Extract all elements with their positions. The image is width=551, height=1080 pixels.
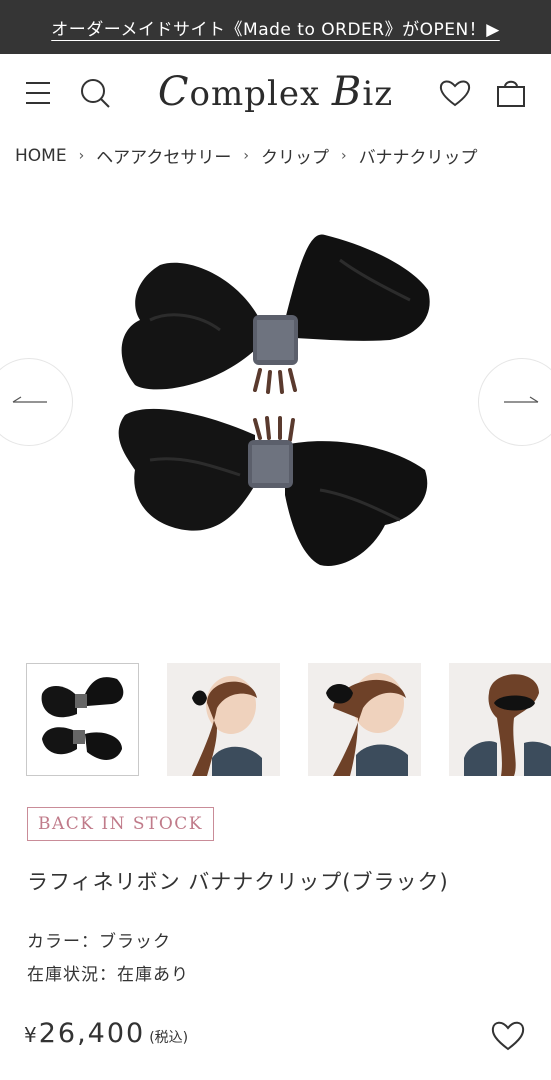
breadcrumb-clip[interactable]: クリップ (261, 143, 329, 168)
back-in-stock-badge: BACK IN STOCK (27, 807, 214, 841)
product-title: ラフィネリボン バナナクリップ(ブラック) (27, 870, 449, 894)
add-to-favorites-heart-icon[interactable] (490, 1018, 526, 1054)
breadcrumb-separator: › (243, 147, 249, 164)
announcement-bar: オーダーメイドサイト《Made to ORDER》がOPEN！▶ (0, 0, 551, 54)
price-amount: 26,400 (38, 1018, 146, 1049)
breadcrumb-banana-clip[interactable]: バナナクリップ (359, 143, 478, 168)
product-price: ¥26,400 (税込) (24, 1018, 188, 1049)
logo-text-complex: omplex (189, 74, 332, 114)
breadcrumb-separator: › (78, 147, 85, 164)
gallery-next-button[interactable] (478, 358, 551, 446)
site-header: Complex Biz (0, 54, 551, 130)
logo-initial-c: C (157, 69, 190, 115)
model-thumbnail-image (167, 663, 280, 776)
thumbnail-model-back-left[interactable] (308, 663, 421, 776)
model-thumbnail-image (449, 663, 551, 776)
product-color: カラー：ブラック (27, 932, 171, 952)
arrow-left-icon (12, 396, 47, 403)
breadcrumb: HOME › ヘアアクセサリー › クリップ › バナナクリップ (15, 143, 545, 169)
cart-icon[interactable] (494, 76, 528, 110)
thumbnail-model-side[interactable] (167, 663, 280, 776)
product-stock-status: 在庫状況：在庫あり (27, 965, 189, 985)
price-currency: ¥ (24, 1023, 37, 1047)
breadcrumb-separator: › (340, 147, 347, 164)
arrow-right-icon (504, 396, 539, 403)
logo-text-iz: iz (362, 74, 394, 114)
model-thumbnail-image (308, 663, 421, 776)
product-main-image (118, 234, 430, 566)
thumbnail-strip (26, 663, 551, 778)
price-tax-note: (税込) (149, 1030, 189, 1046)
announcement-link[interactable]: オーダーメイドサイト《Made to ORDER》がOPEN！▶ (51, 15, 500, 40)
logo-initial-b: B (331, 69, 363, 115)
heart-icon[interactable] (438, 76, 472, 110)
breadcrumb-hair-accessories[interactable]: ヘアアクセサリー (96, 143, 231, 168)
thumbnail-model-back[interactable] (449, 663, 551, 776)
thumbnail-product[interactable] (26, 663, 139, 776)
product-thumbnail-image (41, 677, 124, 760)
breadcrumb-home[interactable]: HOME (15, 146, 67, 166)
gallery-prev-button[interactable] (0, 358, 73, 446)
